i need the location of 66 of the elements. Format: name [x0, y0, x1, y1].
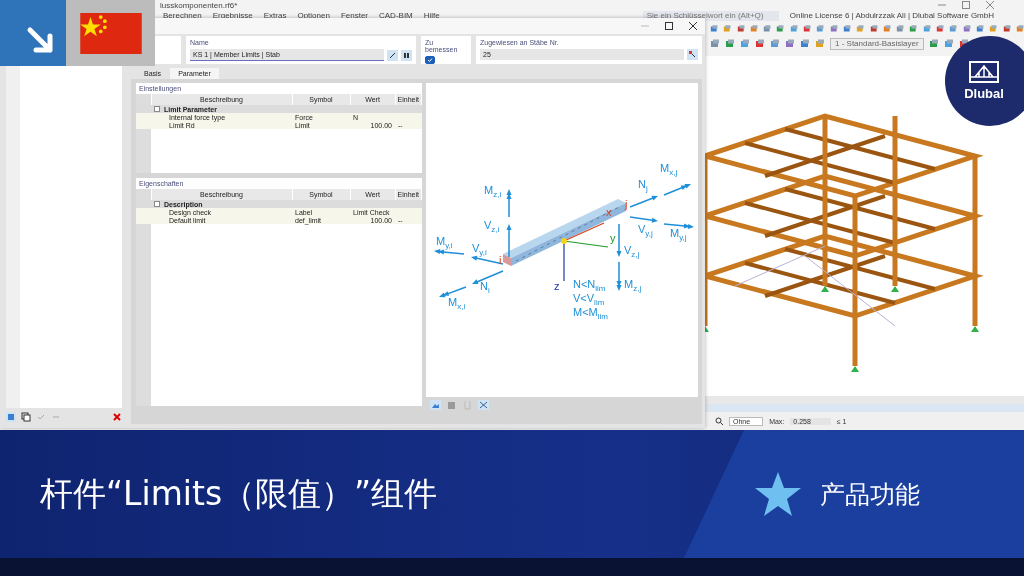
diagram-label: M$_{z,j}$: [624, 279, 642, 295]
delete-icon[interactable]: [112, 412, 122, 422]
flag-icon: [79, 12, 142, 54]
diagram-label: z: [554, 281, 560, 292]
diagram-label: y: [610, 233, 616, 244]
design-checkbox[interactable]: [425, 56, 435, 64]
minimize-icon[interactable]: [938, 1, 946, 9]
force-arrow: [616, 261, 622, 291]
brand-name: Dlubal: [964, 86, 1004, 101]
force-arrow: [629, 216, 658, 223]
arrow-tile[interactable]: [0, 0, 66, 66]
diagram-label: N$_{j}$: [638, 179, 648, 195]
diagram-label: V<V$_{lim}$: [573, 293, 605, 308]
arrow-icon: [26, 26, 56, 56]
force-arrow: [434, 249, 465, 255]
cube-icon[interactable]: [446, 400, 457, 410]
diagram-label: M$_{y,i}$: [436, 236, 453, 252]
diagram-label: M$_{y,j}$: [670, 228, 687, 244]
force-arrow: [472, 270, 504, 284]
diagram-label: x: [606, 207, 612, 218]
diagram-label: M$_{x,j}$: [660, 163, 678, 179]
copy-icon[interactable]: [21, 412, 31, 422]
diagram-label: V$_{y,j}$: [638, 224, 653, 240]
new-item-icon[interactable]: [6, 412, 16, 422]
diagram-label: V$_{z,j}$: [624, 245, 640, 261]
banner-title: 杆件“Limits（限值）”组件: [40, 472, 439, 515]
diagram-label: V$_{y,i}$: [472, 243, 487, 259]
maximize-icon[interactable]: [665, 22, 673, 30]
license-info: Online License 6 | Abdulrzzak Ali | Dlubal Software GmbH: [789, 11, 994, 20]
menu-item[interactable]: Berechnen: [163, 11, 202, 20]
force-arrow: [471, 255, 504, 265]
menu-item[interactable]: Hilfe: [423, 11, 440, 20]
diagram-label: j: [625, 199, 628, 210]
menu-item[interactable]: Optionen: [297, 11, 330, 20]
force-arrow: [663, 223, 694, 229]
close-icon[interactable]: [689, 22, 697, 30]
image-icon[interactable]: [430, 400, 441, 410]
axes-icon[interactable]: [478, 400, 489, 410]
force-arrow: [663, 183, 691, 196]
menu-item[interactable]: Extras: [263, 11, 287, 20]
diagram-label: M<M$_{lim}$: [573, 307, 608, 323]
check-icon[interactable]: [36, 412, 46, 422]
force-arrow: [629, 195, 658, 208]
library-icon[interactable]: [401, 49, 412, 61]
menu-item[interactable]: Fenster: [340, 11, 368, 20]
diagram-label: N<N$_{lim}$: [573, 279, 606, 294]
tag-label: 产品功能: [820, 478, 920, 511]
diagram-label: N$_{i}$: [480, 281, 490, 297]
diagram-label: M$_{x,i}$: [448, 297, 466, 313]
menu-item[interactable]: CAD-BIM: [379, 11, 413, 20]
force-arrow: [439, 286, 467, 298]
diagram-label: i: [499, 255, 502, 266]
star-icon: [754, 471, 802, 517]
menu-item[interactable]: Ergebnisse: [212, 11, 253, 20]
edit-icon[interactable]: [387, 49, 398, 61]
diagram-label: V$_{z,i}$: [484, 220, 500, 236]
layer-dropdown[interactable]: 1 - Standard-Basislayer: [830, 37, 924, 50]
pick-icon[interactable]: [687, 49, 698, 60]
search-icon[interactable]: [715, 417, 723, 425]
diagram-label: M$_{z,i}$: [484, 185, 502, 201]
force-arrow: [506, 224, 512, 258]
file-title: lusskomponenten.rf6*: [160, 0, 238, 10]
bridge-icon: [969, 61, 999, 83]
force-arrow: [616, 223, 622, 257]
force-arrow: [506, 189, 512, 218]
origin-dot: [561, 238, 567, 244]
